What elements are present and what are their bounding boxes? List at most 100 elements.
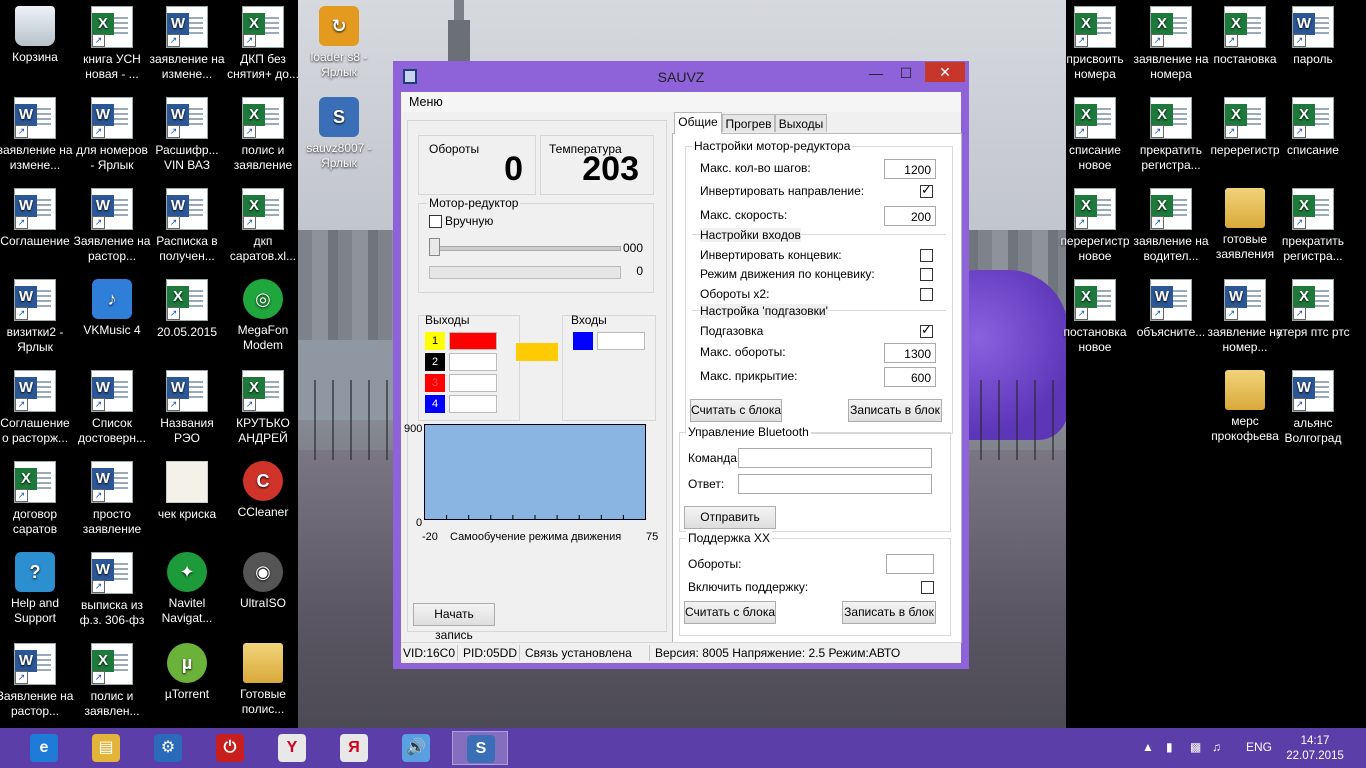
desktop-icon[interactable]: X ↗ договор саратов [0,461,74,537]
sound-icon-glyph: 🔊 [402,734,430,762]
yandex-browser-icon[interactable]: Y [270,731,314,765]
send-button[interactable]: Отправить [684,506,776,529]
desktop-icon[interactable]: X ↗ списание новое [1056,97,1134,173]
desktop-icon[interactable]: µ µTorrent [148,643,226,702]
desktop-icon[interactable]: X ↗ перерегистр новое [1056,188,1134,264]
desktop-icon[interactable]: W ↗ Заявление на растор... [73,188,151,264]
read-block-button[interactable]: Считать с блока [690,399,782,422]
manual-checkbox[interactable] [429,215,442,228]
desktop-icon[interactable]: W ↗ Список достоверн... [73,370,151,446]
desktop-icon[interactable]: W ↗ заявление на измене... [148,6,226,82]
desktop-icon[interactable]: готовые заявления [1206,188,1284,262]
desktop-icon[interactable]: X ↗ дкп саратов.xl... [224,188,302,264]
clock[interactable]: 14:17 22.07.2015 [1284,734,1346,764]
invert-limit-checkbox[interactable] [920,249,933,262]
desktop-icon[interactable]: Корзина [0,6,74,65]
desktop-icon[interactable]: X ↗ заявление на номера [1132,6,1210,82]
desktop-icon-label: альянс Волгоград [1284,416,1342,445]
desktop-icon[interactable]: ◎ MegaFon Modem [224,279,302,353]
desktop-icon[interactable]: X ↗ постановка новое [1056,279,1134,355]
desktop-icon[interactable]: W ↗ Соглашение [0,188,74,249]
title-bar[interactable]: SAUVZ — ☐ ✕ [393,61,969,91]
desktop-icon[interactable]: W ↗ Расписка в получен... [148,188,226,264]
shutdown-icon[interactable]: ⏻ [208,731,252,765]
desktop-icon[interactable]: X ↗ заявление на водител... [1132,188,1210,264]
desktop-icon[interactable]: X ↗ прекратить регистра... [1132,97,1210,173]
desktop-icon[interactable]: W ↗ выписка из ф.з. 306-фз [73,552,151,628]
word-document-icon: W ↗ [14,97,56,139]
desktop-icon[interactable]: X ↗ КРУТЬКО АНДРЕЙ [224,370,302,446]
idle-rpm-input[interactable] [886,554,934,574]
desktop-icon[interactable]: чек криска [148,461,226,522]
desktop-icon[interactable]: X ↗ списание [1274,97,1352,158]
motor-slider-thumb[interactable] [429,238,440,256]
max-close-input[interactable]: 600 [884,367,936,387]
network-icon[interactable]: ▩ [1190,740,1201,754]
tab-general[interactable]: Общие [674,112,722,134]
close-button[interactable]: ✕ [925,62,965,82]
desktop-icon[interactable]: W ↗ заявление на номер... [1206,279,1284,355]
desktop-icon[interactable]: Ssauvz8007 - Ярлык [300,97,378,171]
max-speed-input[interactable]: 200 [884,206,936,226]
desktop-icon[interactable]: C CCleaner [224,461,302,520]
desktop-icon[interactable]: W ↗ Заявление на растор... [0,643,74,719]
desktop-icon[interactable]: X ↗ ДКП без снятия+ до... [224,6,302,82]
limit-mode-checkbox[interactable] [920,268,933,281]
max-rpm-input[interactable]: 1300 [884,343,936,363]
invert-direction-checkbox[interactable] [920,182,933,198]
start-record-button[interactable]: Начать запись [413,603,495,642]
motor-slider-track[interactable] [431,246,621,251]
desktop-icon[interactable]: X ↗ полис и заявление [224,97,302,173]
minimize-button[interactable]: — [863,63,889,83]
max-steps-input[interactable]: 1200 [884,159,936,179]
desktop-icon[interactable]: W ↗ Соглашение о расторж... [0,370,74,446]
idle-write-button[interactable]: Записать в блок [842,601,936,624]
volume-icon[interactable]: ♫ [1212,740,1221,754]
desktop-icon[interactable]: W ↗ просто заявление [73,461,151,537]
yandex-icon[interactable]: Я [332,731,376,765]
sauvz-icon[interactable]: S [452,731,508,765]
rpm-x2-checkbox[interactable] [920,288,933,301]
desktop-icon[interactable]: X ↗ 20.05.2015 [148,279,226,340]
desktop-icon[interactable]: W ↗ визитки2 - Ярлык [0,279,74,355]
maximize-button[interactable]: ☐ [893,63,919,83]
desktop-icon[interactable]: ? Help and Support [0,552,74,626]
desktop-icon[interactable]: W ↗ пароль [1274,6,1352,67]
menu-item-main[interactable]: Меню [409,95,443,109]
desktop-icon[interactable]: W ↗ Названия РЭО [148,370,226,446]
desktop-icon[interactable]: X ↗ утеря птс ртс [1274,279,1352,340]
control-panel-icon[interactable]: ⚙ [146,731,190,765]
desktop-icon[interactable]: X ↗ полис и заявлен... [73,643,151,719]
language-indicator[interactable]: ENG [1246,740,1272,754]
ie-icon[interactable]: e [22,731,66,765]
desktop-icon[interactable]: мерс прокофьева [1206,370,1284,444]
write-block-button[interactable]: Записать в блок [848,399,942,422]
desktop-icon[interactable]: ✦ Navitel Navigat... [148,552,226,626]
desktop-icon[interactable]: X ↗ перерегистр [1206,97,1284,158]
tab-warmup[interactable]: Прогрев [722,114,775,132]
desktop-icon[interactable]: Готовые полис... [224,643,302,717]
desktop-icon[interactable]: ◉ UltraISO [224,552,302,611]
sound-icon[interactable]: 🔊 [394,731,438,765]
desktop-icon[interactable]: W ↗ для номеров - Ярлык [73,97,151,173]
desktop-icon[interactable]: X ↗ постановка [1206,6,1284,67]
desktop-icon-label: прекратить регистра... [1281,234,1345,263]
tray-arrow-icon[interactable]: ▲ [1142,740,1154,754]
desktop-icon[interactable]: ♪ VKMusic 4 [73,279,151,338]
explorer-icon[interactable]: ▤ [84,731,128,765]
desktop-icon[interactable]: X ↗ книга УСН новая - ... [73,6,151,82]
answer-input[interactable] [738,474,932,494]
desktop-icon[interactable]: X ↗ прекратить регистра... [1274,188,1352,264]
desktop-icon[interactable]: W ↗ Расшифр... VIN ВАЗ [148,97,226,173]
idle-read-button[interactable]: Считать с блока [684,601,776,624]
command-input[interactable] [738,448,932,468]
desktop-icon[interactable]: W ↗ заявление на измене... [0,97,74,173]
gas-enable-checkbox[interactable] [920,322,933,338]
tab-outputs[interactable]: Выходы [775,114,827,132]
desktop-icon[interactable]: W ↗ альянс Волгоград [1274,370,1352,446]
desktop-icon[interactable]: X ↗ присвоить номера [1056,6,1134,82]
desktop-icon[interactable]: W ↗ объясните... [1132,279,1210,340]
usb-icon[interactable]: ▮ [1166,740,1173,754]
desktop-icon[interactable]: ↻ loader s8 - Ярлык [300,6,378,80]
idle-enable-checkbox[interactable] [921,581,934,594]
